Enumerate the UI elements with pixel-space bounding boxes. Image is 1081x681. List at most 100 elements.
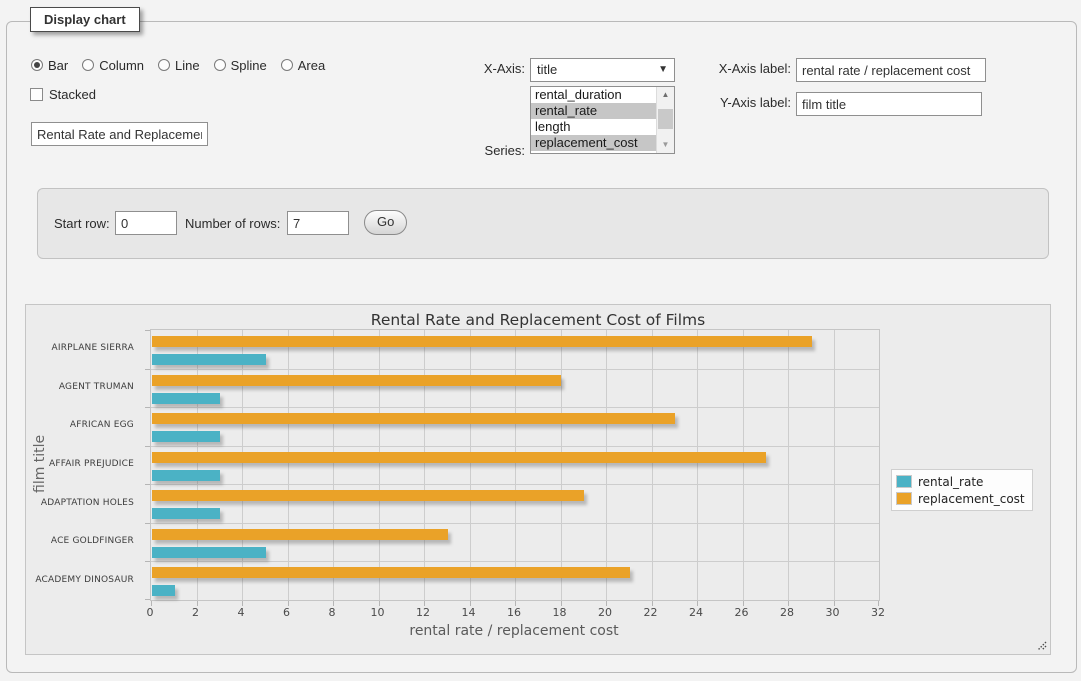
bar-replacement_cost xyxy=(152,413,675,424)
stacked-option[interactable]: Stacked xyxy=(30,84,96,106)
fieldset-legend: Display chart xyxy=(30,7,140,32)
scroll-down-icon[interactable]: ▼ xyxy=(657,137,674,153)
row-controls-panel: Start row: Number of rows: Go xyxy=(37,188,1049,259)
x-tick-label: 28 xyxy=(780,606,794,619)
series-select-label: Series: xyxy=(427,140,525,162)
x-axis-select[interactable]: title ▼ xyxy=(530,58,675,82)
bar-rental_rate xyxy=(152,508,220,519)
x-tick-label: 18 xyxy=(553,606,567,619)
bar-replacement_cost xyxy=(152,336,812,347)
chart-type-label: Bar xyxy=(48,58,68,73)
y-axis-tick xyxy=(145,561,150,562)
chart-type-radio-spline[interactable] xyxy=(214,59,226,71)
gridline-y xyxy=(151,407,879,408)
chart-type-option-spline[interactable]: Spline xyxy=(214,58,267,73)
gridline-y xyxy=(151,446,879,447)
series-multiselect[interactable]: rental_durationrental_ratelengthreplacem… xyxy=(530,86,675,154)
gridline-x xyxy=(561,330,562,600)
gridline-x xyxy=(606,330,607,600)
x-tick-label: 0 xyxy=(147,606,154,619)
y-axis-tick xyxy=(145,599,150,600)
y-category-label: AFRICAN EGG xyxy=(70,420,134,430)
gridline-y xyxy=(151,523,879,524)
y-axis-label-field-label: Y-Axis label: xyxy=(667,92,791,114)
x-axis-title: rental rate / replacement cost xyxy=(150,623,878,639)
chart-type-option-column[interactable]: Column xyxy=(82,58,144,73)
y-category-label: ADAPTATION HOLES xyxy=(41,498,134,508)
bar-rental_rate xyxy=(152,585,175,596)
x-tick-label: 16 xyxy=(507,606,521,619)
x-tick-label: 6 xyxy=(283,606,290,619)
bar-replacement_cost xyxy=(152,452,766,463)
display-chart-fieldset: BarColumnLineSplineArea Stacked X-Axis: … xyxy=(6,21,1077,673)
x-axis-select-label: X-Axis: xyxy=(427,58,525,80)
series-options: rental_durationrental_ratelengthreplacem… xyxy=(531,87,657,153)
start-row-label: Start row: xyxy=(54,213,110,235)
series-option-rental_duration[interactable]: rental_duration xyxy=(531,87,657,103)
chart-type-label: Area xyxy=(298,58,325,73)
gridline-x xyxy=(788,330,789,600)
series-option-length[interactable]: length xyxy=(531,119,657,135)
go-button[interactable]: Go xyxy=(364,210,407,235)
chart-type-radio-column[interactable] xyxy=(82,59,94,71)
y-category-label: ACE GOLDFINGER xyxy=(51,536,134,546)
gridline-x xyxy=(197,330,198,600)
x-tick-label: 20 xyxy=(598,606,612,619)
y-category-label: AFFAIR PREJUDICE xyxy=(49,459,134,469)
gridline-x xyxy=(379,330,380,600)
chart-title: Rental Rate and Replacement Cost of Film… xyxy=(26,311,1050,329)
bar-replacement_cost xyxy=(152,529,448,540)
chart-type-radio-group: Bar Column Line Spline Area xyxy=(31,55,339,75)
gridline-x xyxy=(834,330,835,600)
bar-replacement_cost xyxy=(152,375,561,386)
chart-type-option-area[interactable]: Area xyxy=(281,58,325,73)
gridline-x xyxy=(743,330,744,600)
chart-type-radio-area[interactable] xyxy=(281,59,293,71)
start-row-input[interactable] xyxy=(115,211,177,235)
bar-rental_rate xyxy=(152,470,220,481)
gridline-x xyxy=(242,330,243,600)
bar-rental_rate xyxy=(152,431,220,442)
chart-type-label: Line xyxy=(175,58,200,73)
number-of-rows-input[interactable] xyxy=(287,211,349,235)
bar-replacement_cost xyxy=(152,490,584,501)
bar-rental_rate xyxy=(152,354,266,365)
legend-swatch xyxy=(896,475,912,488)
y-axis-tick xyxy=(145,407,150,408)
bar-replacement_cost xyxy=(152,567,630,578)
series-option-replacement_cost[interactable]: replacement_cost xyxy=(531,135,657,151)
stacked-checkbox[interactable] xyxy=(30,88,43,101)
x-tick-label: 10 xyxy=(371,606,385,619)
x-tick-label: 22 xyxy=(644,606,658,619)
chart-type-option-bar[interactable]: Bar xyxy=(31,58,68,73)
x-axis-selected-value: title xyxy=(537,62,557,77)
x-tick-label: 8 xyxy=(329,606,336,619)
chart-panel: Rental Rate and Replacement Cost of Film… xyxy=(25,304,1051,655)
x-axis-label-field-label: X-Axis label: xyxy=(667,58,791,80)
x-tick-label: 14 xyxy=(462,606,476,619)
resize-grip-icon[interactable] xyxy=(1036,640,1047,651)
gridline-y xyxy=(151,369,879,370)
legend-swatch xyxy=(896,492,912,505)
series-option-rental_rate[interactable]: rental_rate xyxy=(531,103,657,119)
x-tick-label: 2 xyxy=(192,606,199,619)
legend-item-rental_rate: rental_rate xyxy=(896,473,1025,490)
chart-type-radio-bar[interactable] xyxy=(31,59,43,71)
gridline-y xyxy=(151,484,879,485)
page: Display chart Bar Column Line Spline Area St… xyxy=(0,0,1081,681)
bar-rental_rate xyxy=(152,547,266,558)
y-axis-tick xyxy=(145,484,150,485)
y-axis-tick xyxy=(145,369,150,370)
x-tick-label: 32 xyxy=(871,606,885,619)
gridline-x xyxy=(470,330,471,600)
x-tick-label: 4 xyxy=(238,606,245,619)
chart-type-label: Column xyxy=(99,58,144,73)
chart-type-option-line[interactable]: Line xyxy=(158,58,200,73)
y-axis-label-input[interactable] xyxy=(796,92,982,116)
chart-type-radio-line[interactable] xyxy=(158,59,170,71)
chart-title-input[interactable] xyxy=(31,122,208,146)
y-axis-tick xyxy=(145,446,150,447)
x-axis-label-input[interactable] xyxy=(796,58,986,82)
y-axis-tick xyxy=(145,523,150,524)
legend-label: rental_rate xyxy=(918,475,983,489)
